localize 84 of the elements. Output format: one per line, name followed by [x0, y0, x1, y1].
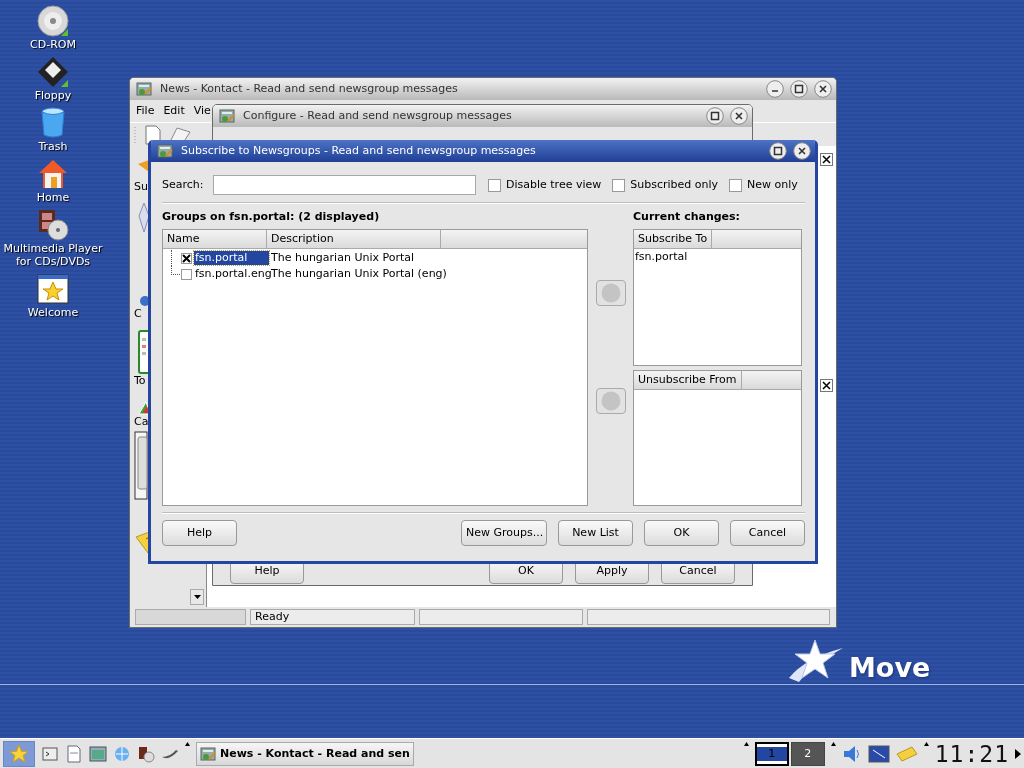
- sidebar-label[interactable]: C: [134, 307, 142, 321]
- document-icon[interactable]: [145, 124, 161, 145]
- sidebar-label[interactable]: Ca: [134, 415, 149, 429]
- checkbox[interactable]: [181, 252, 192, 264]
- maximize-icon[interactable]: [706, 107, 724, 125]
- dialog-button[interactable]: New List: [558, 520, 633, 546]
- column-header[interactable]: Description: [267, 230, 441, 248]
- title-bar[interactable]: Configure - Read and send newsgroup messages: [213, 105, 752, 127]
- cd-icon[interactable]: [37, 5, 69, 37]
- monitor-icon[interactable]: [867, 744, 890, 763]
- checkbox[interactable]: [488, 178, 501, 192]
- status-text: Ready: [250, 609, 415, 625]
- task-label: News - Kontact - Read and sen: [220, 746, 410, 761]
- search-field[interactable]: [213, 175, 476, 195]
- star-window-icon[interactable]: [37, 273, 69, 305]
- logo-text: Move: [849, 652, 931, 684]
- icon-label[interactable]: Multimedia Player for CDs/DVDs: [0, 242, 106, 268]
- icon-label[interactable]: CD-ROM: [30, 38, 76, 51]
- scroll-down-button[interactable]: [190, 589, 204, 605]
- section-heading: Current changes:: [633, 210, 742, 224]
- window-title: News - Kontact - Read and send newsgroup messages: [160, 82, 458, 96]
- app-icon: [157, 143, 173, 159]
- start-button[interactable]: [3, 740, 35, 767]
- group-name[interactable]: fsn.portal: [194, 251, 269, 265]
- toolbar-handle-icon[interactable]: [133, 125, 137, 144]
- list-item[interactable]: fsn.portal: [634, 249, 801, 265]
- window-title: Subscribe to Newsgroups - Read and send newsgroup messages: [181, 144, 536, 158]
- circle-icon: [600, 283, 621, 303]
- sidebar-label[interactable]: To: [134, 374, 146, 388]
- speaker-icon[interactable]: [841, 743, 862, 764]
- minimize-icon[interactable]: [766, 80, 784, 98]
- dialog-button[interactable]: Help: [162, 520, 237, 546]
- title-bar[interactable]: Subscribe to Newsgroups - Read and send newsgroup messages: [151, 140, 815, 162]
- checkbox-label[interactable]: Disable tree view: [506, 178, 602, 192]
- close-icon[interactable]: [820, 379, 833, 392]
- group-list[interactable]: Name Description fsn.portal The hungarian Unix Portal fsn.portal.engThe hungarian Unix Portal (eng): [162, 229, 588, 506]
- sidebar-label[interactable]: Su: [134, 180, 148, 194]
- app-icon: [200, 745, 216, 762]
- menu-item[interactable]: File: [136, 104, 155, 118]
- change-list[interactable]: Unsubscribe From: [633, 369, 802, 506]
- search-label: Search:: [162, 178, 205, 192]
- terminal-icon[interactable]: [41, 744, 59, 763]
- icon-label[interactable]: Trash: [38, 140, 68, 153]
- group-description: The hungarian Unix Portal (eng): [271, 267, 447, 281]
- icon-label[interactable]: Welcome: [27, 306, 79, 319]
- clock[interactable]: 11:21: [934, 740, 1009, 767]
- dialog-button[interactable]: OK: [644, 520, 719, 546]
- checkbox[interactable]: [181, 268, 192, 280]
- checkbox-label[interactable]: Subscribed only: [630, 178, 719, 192]
- maximize-icon[interactable]: [769, 142, 787, 160]
- media-icon[interactable]: [137, 744, 155, 763]
- close-icon[interactable]: [820, 153, 833, 166]
- section-heading: Groups on fsn.portal: (2 displayed): [162, 210, 381, 224]
- app-icon: [136, 81, 152, 97]
- column-header[interactable]: Name: [163, 230, 267, 248]
- film-and-disc-icon[interactable]: [37, 209, 69, 241]
- window-title: Configure - Read and send newsgroup messages: [243, 109, 512, 123]
- maximize-icon[interactable]: [790, 80, 808, 98]
- close-icon[interactable]: [793, 142, 811, 160]
- house-icon[interactable]: [37, 158, 69, 190]
- circle-icon: [600, 391, 621, 411]
- dialog-button[interactable]: Cancel: [730, 520, 805, 546]
- dialog-button[interactable]: New Groups...: [461, 520, 547, 546]
- checkbox-label[interactable]: New only: [747, 178, 798, 192]
- group-name[interactable]: fsn.portal.eng: [194, 267, 269, 281]
- checkbox[interactable]: [729, 178, 743, 192]
- icon-label[interactable]: Floppy: [34, 89, 72, 102]
- desktop-button[interactable]: 2: [790, 741, 825, 766]
- star-icon: [9, 743, 29, 764]
- window-icon[interactable]: [89, 744, 107, 763]
- close-icon[interactable]: [730, 107, 748, 125]
- down-arrow-icon: [193, 595, 201, 599]
- menu-item[interactable]: Vie: [193, 104, 211, 118]
- change-list[interactable]: Subscribe To fsn.portal: [633, 229, 802, 366]
- right-arrow-icon[interactable]: [1015, 748, 1021, 759]
- menu-item[interactable]: Edit: [163, 104, 185, 118]
- close-icon[interactable]: [814, 80, 832, 98]
- icon-label[interactable]: Home: [36, 191, 70, 204]
- checkbox[interactable]: [612, 178, 626, 192]
- group-description: The hungarian Unix Portal: [271, 251, 415, 265]
- diamond-icon[interactable]: [138, 202, 150, 234]
- title-bar[interactable]: News - Kontact - Read and send newsgroup messages: [130, 78, 836, 100]
- task-button[interactable]: News - Kontact - Read and sen: [196, 741, 414, 766]
- app-icon: [219, 108, 235, 124]
